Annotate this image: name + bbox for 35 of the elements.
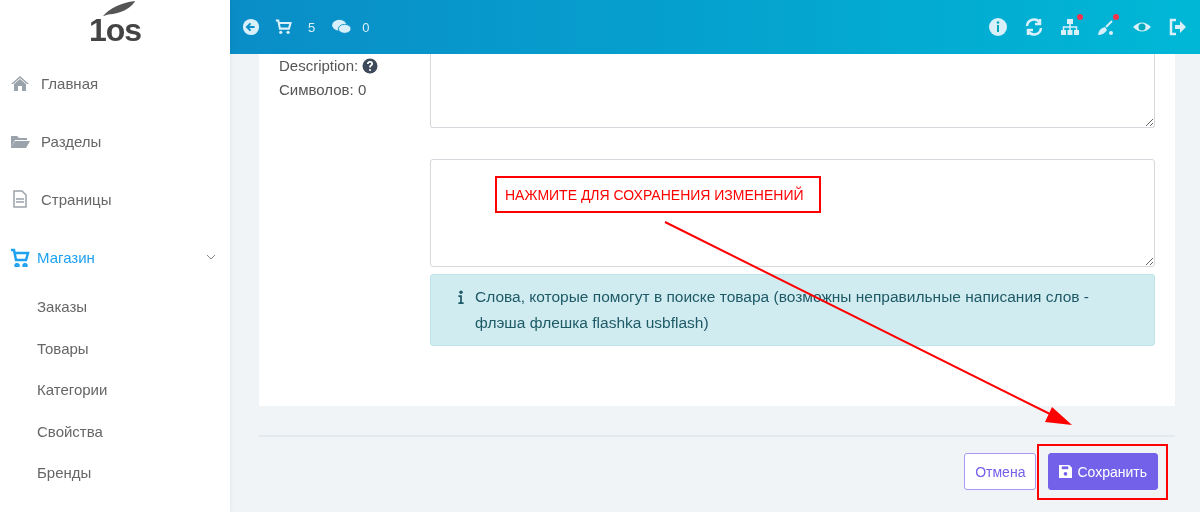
- notification-dot: [1077, 14, 1083, 20]
- field-label: Description:: [279, 56, 359, 76]
- submenu-item[interactable]: Товары: [0, 327, 230, 369]
- description-field[interactable]: [430, 54, 1155, 128]
- save-icon: [1059, 465, 1073, 478]
- submenu-item[interactable]: Категории: [0, 369, 230, 411]
- submenu-item[interactable]: Заказы: [0, 286, 230, 328]
- sidebar-item[interactable]: Главная: [0, 54, 230, 112]
- cart-icon: [10, 247, 30, 267]
- cart-icon[interactable]: [275, 18, 293, 36]
- document-icon: [10, 189, 30, 209]
- cart-count: 5: [308, 19, 316, 35]
- info-icon: [457, 290, 465, 304]
- chat-icon[interactable]: [331, 18, 354, 36]
- brush-icon[interactable]: [1096, 17, 1116, 37]
- sidebar-item[interactable]: Магазин: [0, 228, 230, 286]
- submenu-item[interactable]: Свойства: [0, 410, 230, 452]
- info-icon[interactable]: [988, 17, 1008, 37]
- sitemap-icon[interactable]: [1060, 17, 1080, 37]
- sidebar-item[interactable]: Разделы: [0, 112, 230, 170]
- refresh-icon[interactable]: [1024, 17, 1044, 37]
- cancel-button[interactable]: Отмена: [964, 453, 1037, 490]
- sidebar-item[interactable]: Страницы: [0, 170, 230, 228]
- logout-icon[interactable]: [1168, 17, 1188, 37]
- home-icon: [10, 73, 30, 93]
- notification-dot: [1113, 14, 1119, 20]
- submenu-item[interactable]: Бренды: [0, 452, 230, 494]
- feather-icon: [100, 0, 138, 18]
- annotation-callout: НАЖМИТЕ ДЛЯ СОХРАНЕНИЯ ИЗМЕНЕНИЙ: [495, 176, 821, 213]
- logo: 1os: [0, 0, 230, 54]
- back-icon[interactable]: [242, 18, 260, 36]
- save-button[interactable]: Сохранить: [1048, 453, 1158, 490]
- help-icon[interactable]: [362, 58, 379, 74]
- char-count: Символов: 0: [279, 80, 367, 100]
- messages-count: 0: [362, 19, 370, 35]
